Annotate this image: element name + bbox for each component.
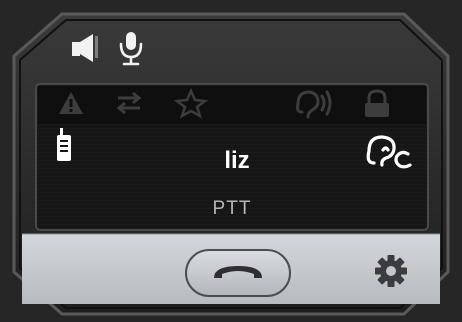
contact-name: liz: [224, 147, 249, 174]
settings-gear-icon[interactable]: [375, 255, 407, 287]
radio-device: liz PTT: [0, 0, 462, 322]
end-call-button[interactable]: [185, 249, 291, 297]
mode-label: PTT: [213, 198, 252, 219]
